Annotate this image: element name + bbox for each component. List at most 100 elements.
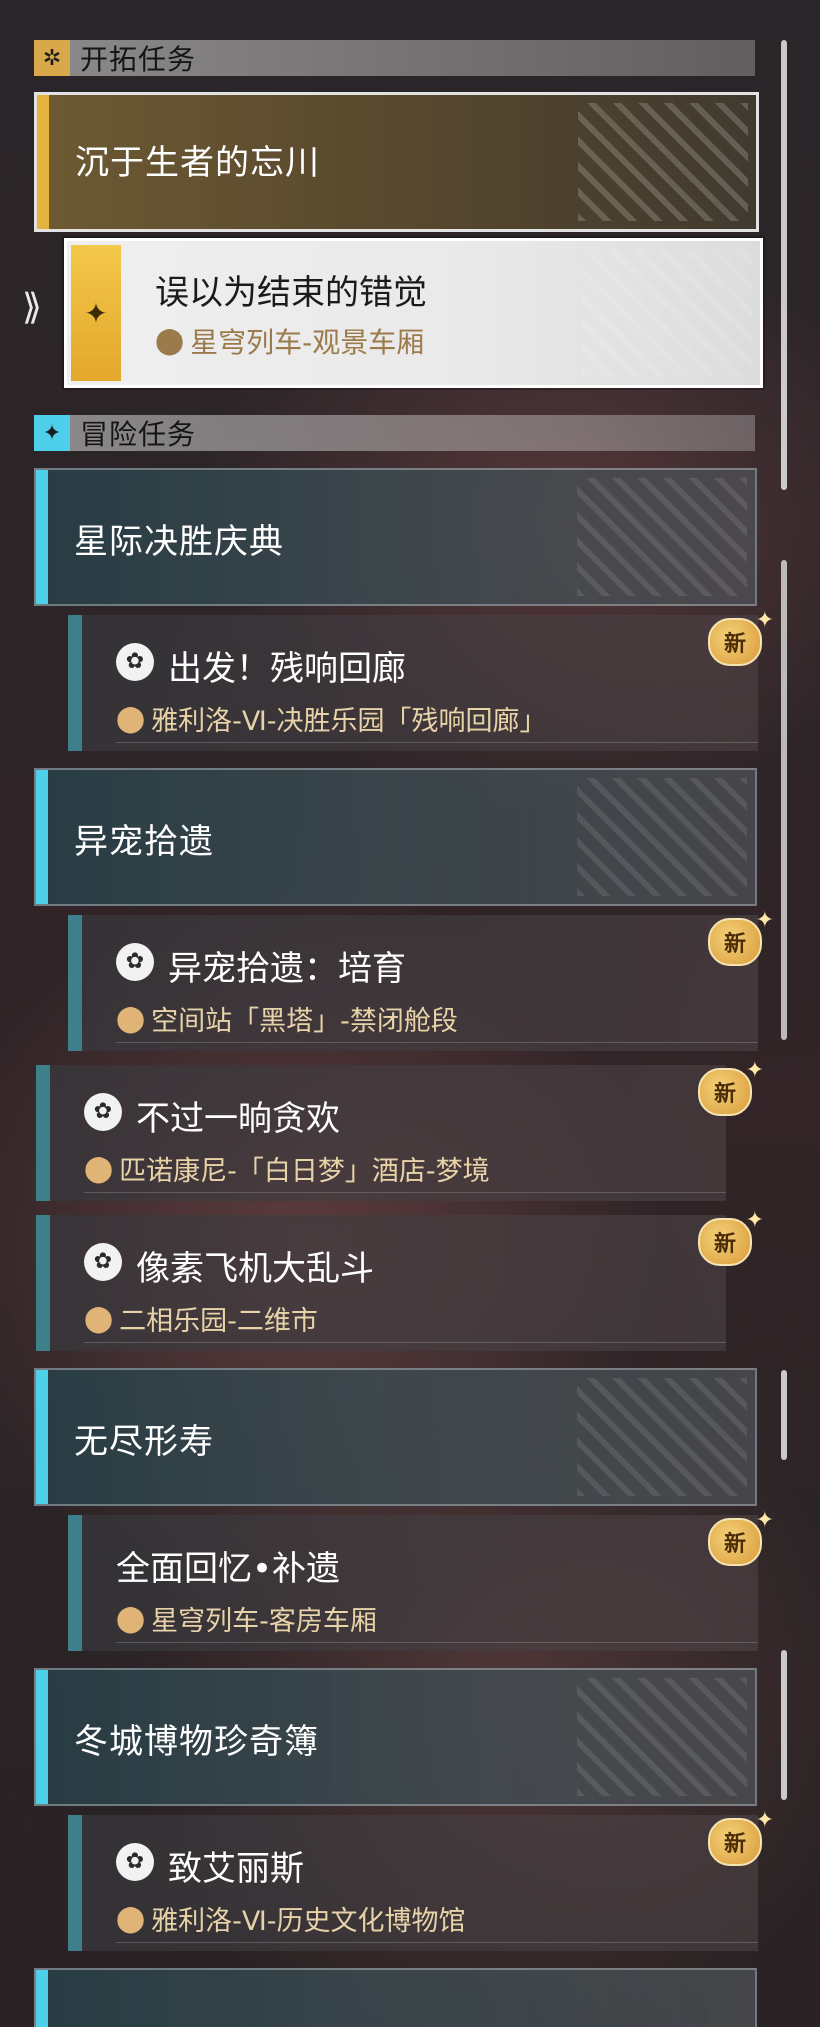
quest-location-text: 雅利洛-Ⅵ-决胜乐园「残响回廊」 xyxy=(151,706,547,737)
scrollbar[interactable] xyxy=(781,560,787,1040)
puzzle-quest-icon: ✿ xyxy=(116,943,154,981)
quest-bar xyxy=(68,1815,82,1951)
divider xyxy=(84,1192,726,1193)
location-pin-icon: ⬤ xyxy=(155,326,185,356)
category-accent xyxy=(36,770,48,904)
quest-location-text: 雅利洛-Ⅵ-历史文化博物馆 xyxy=(151,1906,466,1937)
quest-item[interactable]: ✿ 致艾丽斯 ⬤ 雅利洛-Ⅵ-历史文化博物馆 xyxy=(68,1815,758,1951)
puzzle-quest-icon: ✿ xyxy=(84,1243,122,1281)
selection-pointer-icon: ⟫ xyxy=(22,287,43,328)
location-pin-icon: ⬤ xyxy=(84,1153,114,1184)
sparkle-icon: ✦ xyxy=(755,1508,774,1533)
quest-item[interactable]: ✿ 异宠拾遗：培育 ⬤ 空间站「黑塔」-禁闭舱段 xyxy=(68,915,758,1051)
quest-title: 不过一晌贪欢 xyxy=(136,1099,340,1139)
category-emblem xyxy=(577,1378,747,1496)
divider xyxy=(116,1642,758,1643)
location-pin-icon: ⬤ xyxy=(116,703,146,734)
quest-location: ⬤ 匹诺康尼-「白日梦」酒店-梦境 xyxy=(84,1149,490,1188)
puzzle-quest-icon: ✿ xyxy=(116,1843,154,1881)
divider xyxy=(116,742,758,743)
new-badge-label: 新 xyxy=(713,1232,736,1257)
quest-location: ⬤ 雅利洛-Ⅵ-历史文化博物馆 xyxy=(116,1899,466,1938)
category-item[interactable]: 异宠拾遗 xyxy=(34,768,757,906)
sparkle-icon: ✦ xyxy=(745,1208,764,1233)
quest-item[interactable]: ✿ 不过一晌贪欢 ⬤ 匹诺康尼-「白日梦」酒店-梦境 xyxy=(36,1065,726,1201)
section-title: 冒险任务 xyxy=(80,418,197,451)
category-emblem xyxy=(577,478,747,596)
quest-bar xyxy=(36,1215,50,1351)
quest-title: 误以为结束的错觉 xyxy=(155,273,427,313)
puzzle-quest-icon: ✿ xyxy=(84,1093,122,1131)
quest-bar xyxy=(36,1065,50,1201)
scrollbar[interactable] xyxy=(781,1370,787,1460)
section-title: 开拓任务 xyxy=(80,43,197,76)
new-badge: 新 ✦ xyxy=(708,608,774,666)
category-accent xyxy=(36,470,48,604)
category-item[interactable]: 星际决胜庆典 xyxy=(34,468,757,606)
quest-location-text: 星穹列车-客房车厢 xyxy=(151,1606,377,1637)
quest-title: 像素飞机大乱斗 xyxy=(136,1249,374,1289)
category-title: 无尽形寿 xyxy=(74,1422,214,1462)
scrollbar[interactable] xyxy=(781,1650,787,1800)
new-badge: 新 ✦ xyxy=(708,1508,774,1566)
compass-star-icon: ✦ xyxy=(34,415,70,451)
chapter-title: 沉于生者的忘川 xyxy=(75,143,320,183)
new-badge: 新 ✦ xyxy=(708,908,774,966)
puzzle-quest-icon: ✿ xyxy=(116,643,154,681)
category-accent xyxy=(36,1970,48,2027)
adventure-quests-header: ✦ 冒险任务 xyxy=(34,415,755,451)
quest-location-text: 星穹列车-观景车厢 xyxy=(190,326,425,359)
category-title: 异宠拾遗 xyxy=(74,822,214,862)
sparkle-icon: ✦ xyxy=(755,608,774,633)
category-accent xyxy=(36,1370,48,1504)
category-title: 冬城博物珍奇簿 xyxy=(74,1722,319,1762)
new-badge: 新 ✦ xyxy=(698,1208,764,1266)
scrollbar[interactable] xyxy=(781,40,787,490)
new-badge-label: 新 xyxy=(713,1082,736,1107)
sparkle-icon: ✦ xyxy=(755,1808,774,1833)
sparkle-icon: ✦ xyxy=(755,908,774,933)
divider xyxy=(116,1042,758,1043)
location-pin-icon: ⬤ xyxy=(84,1303,114,1334)
divider xyxy=(84,1342,726,1343)
location-pin-icon: ⬤ xyxy=(116,1603,146,1634)
quest-location: ⬤ 二相乐园-二维市 xyxy=(84,1299,318,1338)
quest-bar xyxy=(68,615,82,751)
quest-location-text: 空间站「黑塔」-禁闭舱段 xyxy=(151,1006,458,1037)
category-emblem xyxy=(577,778,747,896)
selected-quest-item[interactable]: ✦ 误以为结束的错觉 ⬤ 星穹列车-观景车厢 xyxy=(64,238,763,388)
quest-emblem xyxy=(582,249,752,377)
category-accent xyxy=(36,1670,48,1804)
quest-bar xyxy=(68,1515,82,1651)
quest-location: ⬤ 星穹列车-观景车厢 xyxy=(155,321,424,361)
category-title: 星际决胜庆典 xyxy=(74,522,284,562)
location-pin-icon: ⬤ xyxy=(116,1903,146,1934)
pioneer-quests-header: ✲ 开拓任务 xyxy=(34,40,755,76)
quest-item[interactable]: 全面回忆•补遗 ⬤ 星穹列车-客房车厢 xyxy=(68,1515,758,1651)
quest-diamond-icon: ✦ xyxy=(71,245,121,381)
sparkle-icon: ✲ xyxy=(34,40,70,76)
category-item[interactable]: 无尽形寿 xyxy=(34,1368,757,1506)
divider xyxy=(116,1942,758,1943)
new-badge-label: 新 xyxy=(723,932,746,957)
new-badge-label: 新 xyxy=(723,632,746,657)
new-badge: 新 ✦ xyxy=(698,1058,764,1116)
quest-location-text: 二相乐园-二维市 xyxy=(119,1306,318,1337)
quest-title: 异宠拾遗：培育 xyxy=(168,949,406,989)
quest-bar xyxy=(68,915,82,1051)
quest-location-text: 匹诺康尼-「白日梦」酒店-梦境 xyxy=(119,1156,490,1187)
quest-item[interactable]: ✿ 出发！残响回廊 ⬤ 雅利洛-Ⅵ-决胜乐园「残响回廊」 xyxy=(68,615,758,751)
quest-location: ⬤ 空间站「黑塔」-禁闭舱段 xyxy=(116,999,458,1038)
quest-location: ⬤ 雅利洛-Ⅵ-决胜乐园「残响回廊」 xyxy=(116,699,547,738)
category-item[interactable]: 冬城博物珍奇簿 xyxy=(34,1668,757,1806)
new-badge: 新 ✦ xyxy=(708,1808,774,1866)
category-item[interactable] xyxy=(34,1968,757,2027)
chapter-item[interactable]: 沉于生者的忘川 xyxy=(34,92,759,232)
location-pin-icon: ⬤ xyxy=(116,1003,146,1034)
quest-location: ⬤ 星穹列车-客房车厢 xyxy=(116,1599,377,1638)
quest-item[interactable]: ✿ 像素飞机大乱斗 ⬤ 二相乐园-二维市 xyxy=(36,1215,726,1351)
quest-title: 全面回忆•补遗 xyxy=(116,1549,341,1589)
sparkle-icon: ✦ xyxy=(745,1058,764,1083)
category-emblem xyxy=(577,1678,747,1796)
quest-title: 出发！残响回廊 xyxy=(168,649,406,689)
